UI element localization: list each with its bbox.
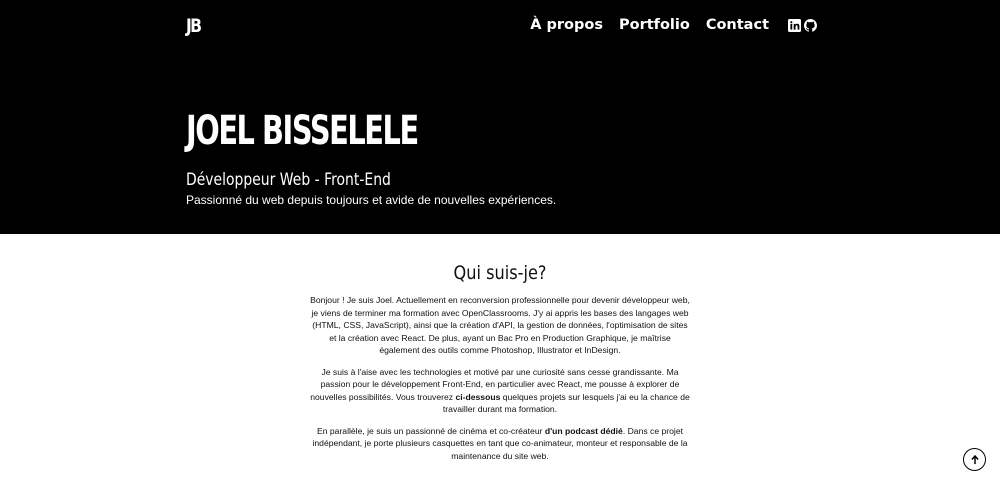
logo[interactable]: JB xyxy=(186,15,202,37)
github-icon[interactable] xyxy=(804,18,817,32)
about-paragraph-2: Je suis à l'aise avec les technologies e… xyxy=(310,366,690,416)
scroll-to-top-button[interactable] xyxy=(963,448,986,471)
nav-link-portfolio[interactable]: Portfolio xyxy=(619,17,690,33)
about-heading: Qui suis-je? xyxy=(453,262,547,284)
hero-tagline: Passionné du web depuis toujours et avid… xyxy=(186,193,557,207)
about-p3-text-start: En parallèle, je suis un passionné de ci… xyxy=(316,425,545,436)
podcast-link[interactable]: d'un podcast dédié xyxy=(545,426,623,436)
linkedin-icon[interactable] xyxy=(788,18,801,32)
about-section: Qui suis-je? Bonjour ! Je suis Joel. Act… xyxy=(310,262,690,471)
nav-link-about[interactable]: À propos xyxy=(530,17,603,33)
about-p2-bold: ci-dessous xyxy=(455,391,501,402)
hero-subtitle: Développeur Web - Front-End xyxy=(186,170,391,190)
about-paragraph-3: En parallèle, je suis un passionné de ci… xyxy=(310,425,690,463)
social-links xyxy=(785,18,817,32)
nav-link-contact[interactable]: Contact xyxy=(706,17,769,33)
main-nav: À propos Portfolio Contact xyxy=(514,17,817,33)
hero-section: JB À propos Portfolio Contact JOEL BISSE… xyxy=(0,0,1000,234)
page-title: JOEL BISSELELE xyxy=(186,108,419,154)
arrow-up-icon xyxy=(970,454,980,465)
about-paragraph-1: Bonjour ! Je suis Joel. Actuellement en … xyxy=(310,295,690,355)
